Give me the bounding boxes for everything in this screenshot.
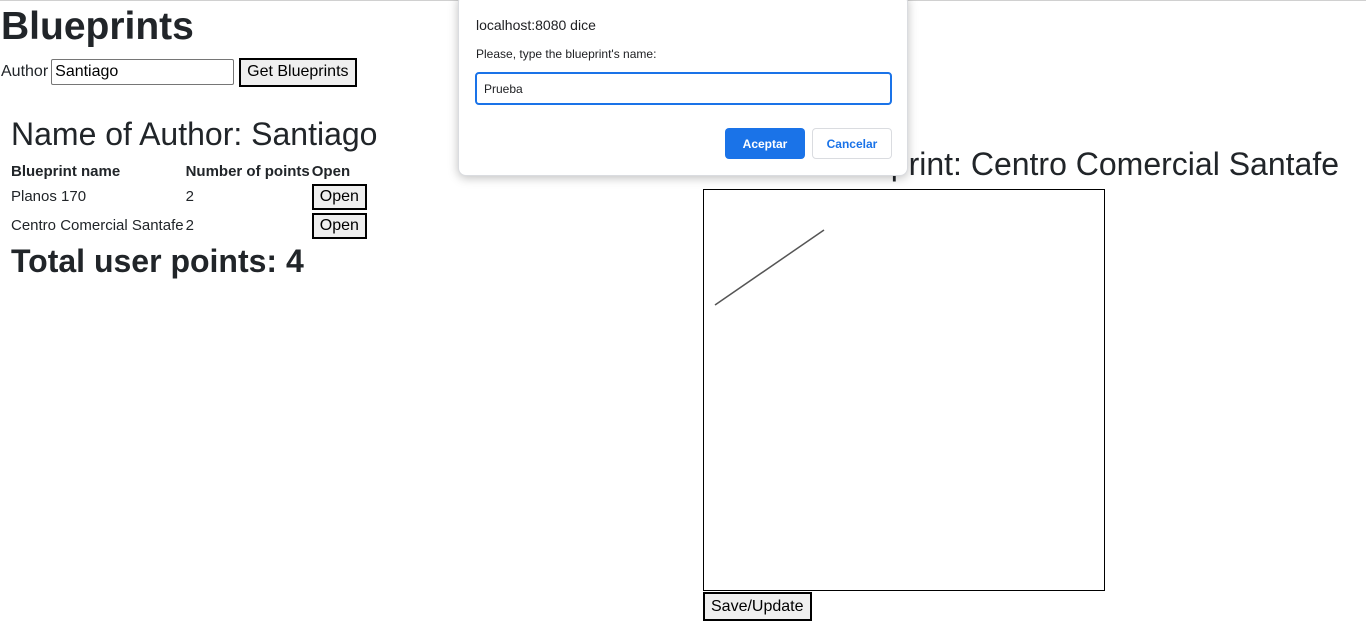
points-cell: 2 <box>185 188 194 205</box>
author-form: Author Get Blueprints <box>1 57 357 87</box>
author-label: Author <box>1 63 49 80</box>
points-cell: 2 <box>185 217 194 234</box>
blueprint-name-input[interactable] <box>475 72 892 105</box>
table-row: Centro Comercial Santafe 2 Open <box>10 211 368 240</box>
canvas-drawing <box>714 229 825 306</box>
dialog-origin: localhost:8080 dice <box>476 17 596 33</box>
blueprint-canvas[interactable] <box>703 189 1105 591</box>
blueprint-name-cell: Planos 170 <box>11 188 87 205</box>
open-button[interactable]: Open <box>311 183 367 210</box>
save-update-button[interactable]: Save/Update <box>703 592 812 621</box>
prompt-dialog: localhost:8080 dice Please, type the blu… <box>458 0 908 176</box>
blueprints-table: Blueprint name Number of points Open Pla… <box>10 161 368 240</box>
open-cell: Open <box>311 211 368 240</box>
accept-button[interactable]: Aceptar <box>725 128 805 159</box>
blueprint-name-cell: Centro Comercial Santafe <box>11 217 184 234</box>
open-button[interactable]: Open <box>311 212 367 239</box>
blueprint-line <box>714 229 825 306</box>
column-header-points: Number of points <box>185 163 310 180</box>
total-points-heading: Total user points: 4 <box>11 243 304 279</box>
page-title: Blueprints <box>1 5 194 48</box>
dialog-message: Please, type the blueprint's name: <box>476 47 657 61</box>
open-cell: Open <box>311 182 368 211</box>
table-header-row: Blueprint name Number of points Open <box>10 161 368 182</box>
column-header-open: Open <box>311 163 351 180</box>
author-input[interactable] <box>51 59 235 85</box>
get-blueprints-button[interactable]: Get Blueprints <box>239 57 357 87</box>
column-header-name: Blueprint name <box>11 163 121 180</box>
table-row: Planos 170 2 Open <box>10 182 368 211</box>
author-heading: Name of Author: Santiago <box>11 116 378 152</box>
cancel-button[interactable]: Cancelar <box>812 128 892 159</box>
